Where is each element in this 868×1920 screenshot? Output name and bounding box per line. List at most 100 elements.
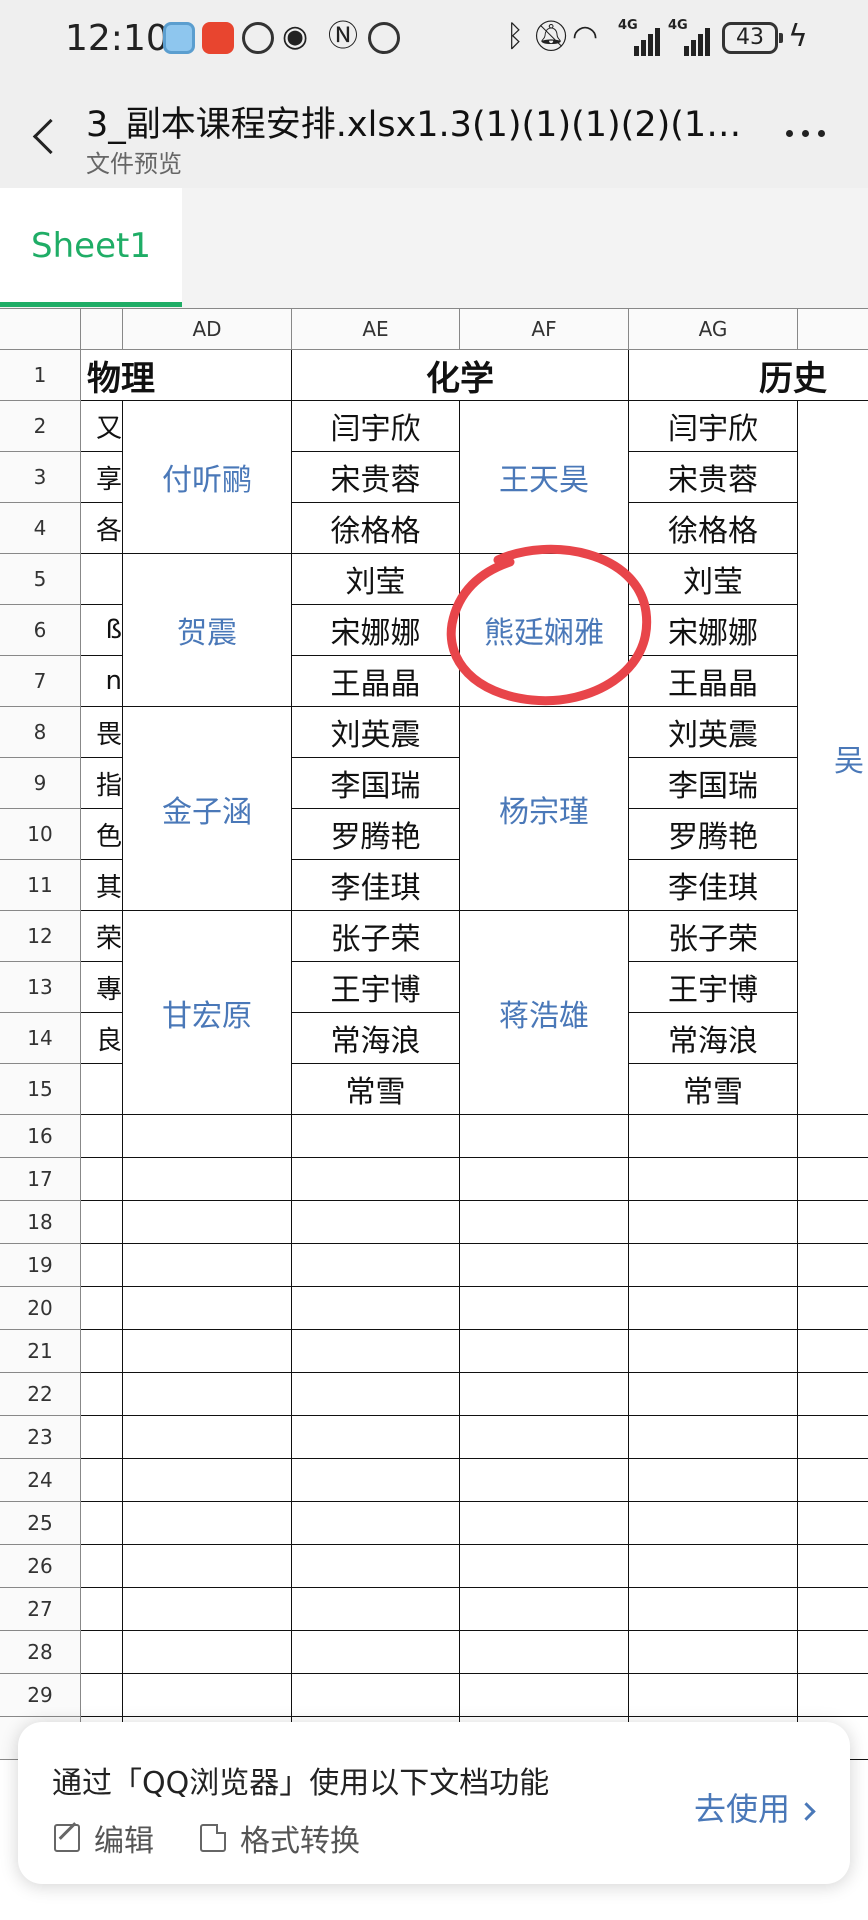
- empty-cell[interactable]: [81, 1674, 123, 1717]
- partial-cell[interactable]: 各: [81, 503, 123, 554]
- row-header[interactable]: 26: [0, 1545, 81, 1588]
- row-header[interactable]: 27: [0, 1588, 81, 1631]
- empty-cell[interactable]: [123, 1545, 292, 1588]
- empty-cell[interactable]: [460, 1287, 629, 1330]
- empty-cell[interactable]: [629, 1631, 798, 1674]
- partial-cell[interactable]: 又: [81, 401, 123, 452]
- empty-cell[interactable]: [123, 1588, 292, 1631]
- row-header[interactable]: 17: [0, 1158, 81, 1201]
- student-cell[interactable]: 刘英震: [629, 707, 798, 758]
- student-cell[interactable]: 刘莹: [292, 554, 460, 605]
- empty-cell[interactable]: [123, 1201, 292, 1244]
- row-header[interactable]: 25: [0, 1502, 81, 1545]
- teacher-cell[interactable]: 金子涵: [123, 707, 292, 911]
- student-cell[interactable]: 罗腾艳: [292, 809, 460, 860]
- partial-cell[interactable]: 畏: [81, 707, 123, 758]
- empty-cell[interactable]: [629, 1459, 798, 1502]
- edit-option[interactable]: 编辑: [54, 1816, 154, 1860]
- row-header[interactable]: 13: [0, 962, 81, 1013]
- tab-sheet1[interactable]: Sheet1: [0, 188, 182, 307]
- empty-cell[interactable]: [123, 1287, 292, 1330]
- empty-cell[interactable]: [81, 1201, 123, 1244]
- row-header[interactable]: 10: [0, 809, 81, 860]
- empty-cell[interactable]: [460, 1545, 629, 1588]
- row-header[interactable]: 8: [0, 707, 81, 758]
- empty-cell[interactable]: [460, 1588, 629, 1631]
- subject-header-history[interactable]: 历史: [629, 350, 868, 401]
- use-button[interactable]: 去使用: [694, 1784, 816, 1830]
- empty-cell[interactable]: [292, 1502, 460, 1545]
- empty-cell[interactable]: [460, 1674, 629, 1717]
- column-header[interactable]: AE: [292, 308, 460, 350]
- student-cell[interactable]: 李佳琪: [292, 860, 460, 911]
- partial-cell[interactable]: 良: [81, 1013, 123, 1064]
- partial-cell[interactable]: [81, 554, 123, 605]
- empty-cell[interactable]: [629, 1373, 798, 1416]
- column-header[interactable]: AF: [460, 308, 629, 350]
- partial-cell[interactable]: [81, 1064, 123, 1115]
- empty-cell[interactable]: [798, 1115, 868, 1158]
- row-header[interactable]: 2: [0, 401, 81, 452]
- student-cell[interactable]: 王宇博: [629, 962, 798, 1013]
- empty-cell[interactable]: [292, 1244, 460, 1287]
- partial-cell[interactable]: ß: [81, 605, 123, 656]
- row-header[interactable]: 24: [0, 1459, 81, 1502]
- empty-cell[interactable]: [123, 1244, 292, 1287]
- empty-cell[interactable]: [292, 1459, 460, 1502]
- empty-cell[interactable]: [292, 1330, 460, 1373]
- student-cell[interactable]: 常雪: [292, 1064, 460, 1115]
- row-header[interactable]: 14: [0, 1013, 81, 1064]
- empty-cell[interactable]: [123, 1330, 292, 1373]
- student-cell[interactable]: 李佳琪: [629, 860, 798, 911]
- empty-cell[interactable]: [81, 1416, 123, 1459]
- student-cell[interactable]: 李国瑞: [292, 758, 460, 809]
- student-cell[interactable]: 常海浪: [292, 1013, 460, 1064]
- empty-cell[interactable]: [123, 1373, 292, 1416]
- empty-cell[interactable]: [798, 1545, 868, 1588]
- empty-cell[interactable]: [123, 1459, 292, 1502]
- empty-cell[interactable]: [460, 1244, 629, 1287]
- subject-header-physics[interactable]: 物理: [81, 350, 292, 401]
- empty-cell[interactable]: [629, 1545, 798, 1588]
- empty-cell[interactable]: [292, 1674, 460, 1717]
- empty-cell[interactable]: [292, 1201, 460, 1244]
- empty-cell[interactable]: [123, 1416, 292, 1459]
- column-header[interactable]: [81, 308, 123, 350]
- empty-cell[interactable]: [798, 1373, 868, 1416]
- row-header[interactable]: 28: [0, 1631, 81, 1674]
- empty-cell[interactable]: [460, 1631, 629, 1674]
- row-header[interactable]: 4: [0, 503, 81, 554]
- spreadsheet-grid[interactable]: AD AE AF AG 1 2 3 4 5 6 7 8 9 10 11 12 13 14 15 16 17 18 19 20 2…: [0, 308, 868, 1920]
- row-header[interactable]: 7: [0, 656, 81, 707]
- teacher-cell[interactable]: 蒋浩雄: [460, 911, 629, 1115]
- student-cell[interactable]: 宋贵蓉: [292, 452, 460, 503]
- empty-cell[interactable]: [629, 1158, 798, 1201]
- empty-cell[interactable]: [629, 1287, 798, 1330]
- row-header[interactable]: 21: [0, 1330, 81, 1373]
- row-header[interactable]: 16: [0, 1115, 81, 1158]
- partial-teacher-cell[interactable]: 吴: [798, 401, 868, 1115]
- empty-cell[interactable]: [798, 1502, 868, 1545]
- partial-cell[interactable]: 色: [81, 809, 123, 860]
- student-cell[interactable]: 王宇博: [292, 962, 460, 1013]
- student-cell[interactable]: 常海浪: [629, 1013, 798, 1064]
- empty-cell[interactable]: [292, 1373, 460, 1416]
- empty-cell[interactable]: [798, 1588, 868, 1631]
- partial-cell[interactable]: 指: [81, 758, 123, 809]
- empty-cell[interactable]: [81, 1330, 123, 1373]
- empty-cell[interactable]: [292, 1545, 460, 1588]
- teacher-cell[interactable]: 甘宏原: [123, 911, 292, 1115]
- teacher-cell[interactable]: 付听鹂: [123, 401, 292, 554]
- empty-cell[interactable]: [798, 1201, 868, 1244]
- partial-cell[interactable]: 荣: [81, 911, 123, 962]
- more-options-icon[interactable]: [786, 130, 826, 142]
- partial-cell[interactable]: 專: [81, 962, 123, 1013]
- empty-cell[interactable]: [81, 1545, 123, 1588]
- empty-cell[interactable]: [629, 1244, 798, 1287]
- empty-cell[interactable]: [81, 1158, 123, 1201]
- empty-cell[interactable]: [123, 1502, 292, 1545]
- empty-cell[interactable]: [460, 1115, 629, 1158]
- empty-cell[interactable]: [460, 1158, 629, 1201]
- empty-cell[interactable]: [629, 1330, 798, 1373]
- row-header[interactable]: 11: [0, 860, 81, 911]
